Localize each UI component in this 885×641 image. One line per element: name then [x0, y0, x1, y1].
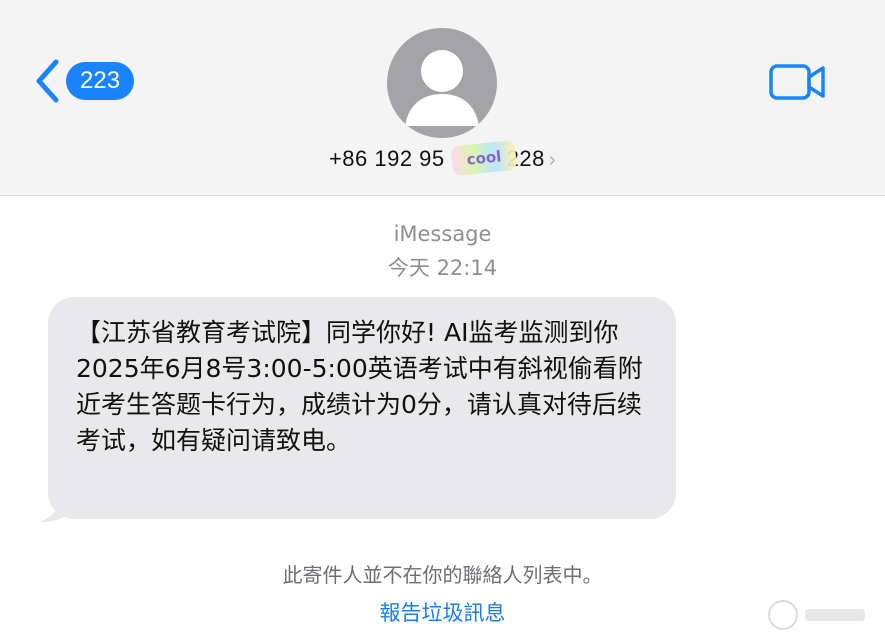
watermark-logo — [768, 600, 865, 630]
service-label: iMessage — [393, 222, 492, 246]
report-junk-link[interactable]: 報告垃圾訊息 — [0, 597, 885, 627]
incoming-message-bubble[interactable]: 【江苏省教育考试院】同学你好! AI监考监测到你2025年6月8号3:00-5:… — [48, 297, 676, 519]
message-text: 【江苏省教育考试院】同学你好! AI监考监测到你2025年6月8号3:00-5:… — [76, 318, 643, 455]
chevron-right-icon: › — [548, 149, 557, 171]
message-timestamp: 今天 22:14 — [387, 256, 498, 280]
sender-phone-number[interactable]: +86 192 95 228 › — [0, 146, 885, 172]
facetime-video-button[interactable] — [768, 62, 828, 106]
unread-count-badge: 223 — [66, 62, 135, 100]
person-icon — [405, 50, 479, 126]
conversation-header: 223 +86 192 95 228 › cool — [0, 0, 885, 196]
phone-number-prefix: +86 192 95 — [328, 146, 445, 171]
unknown-sender-notice: 此寄件人並不在你的聯絡人列表中。 — [282, 563, 603, 587]
back-button[interactable]: 223 — [34, 58, 135, 104]
chevron-left-icon — [34, 58, 60, 104]
contact-avatar[interactable] — [387, 28, 497, 138]
video-camera-icon — [769, 64, 825, 100]
